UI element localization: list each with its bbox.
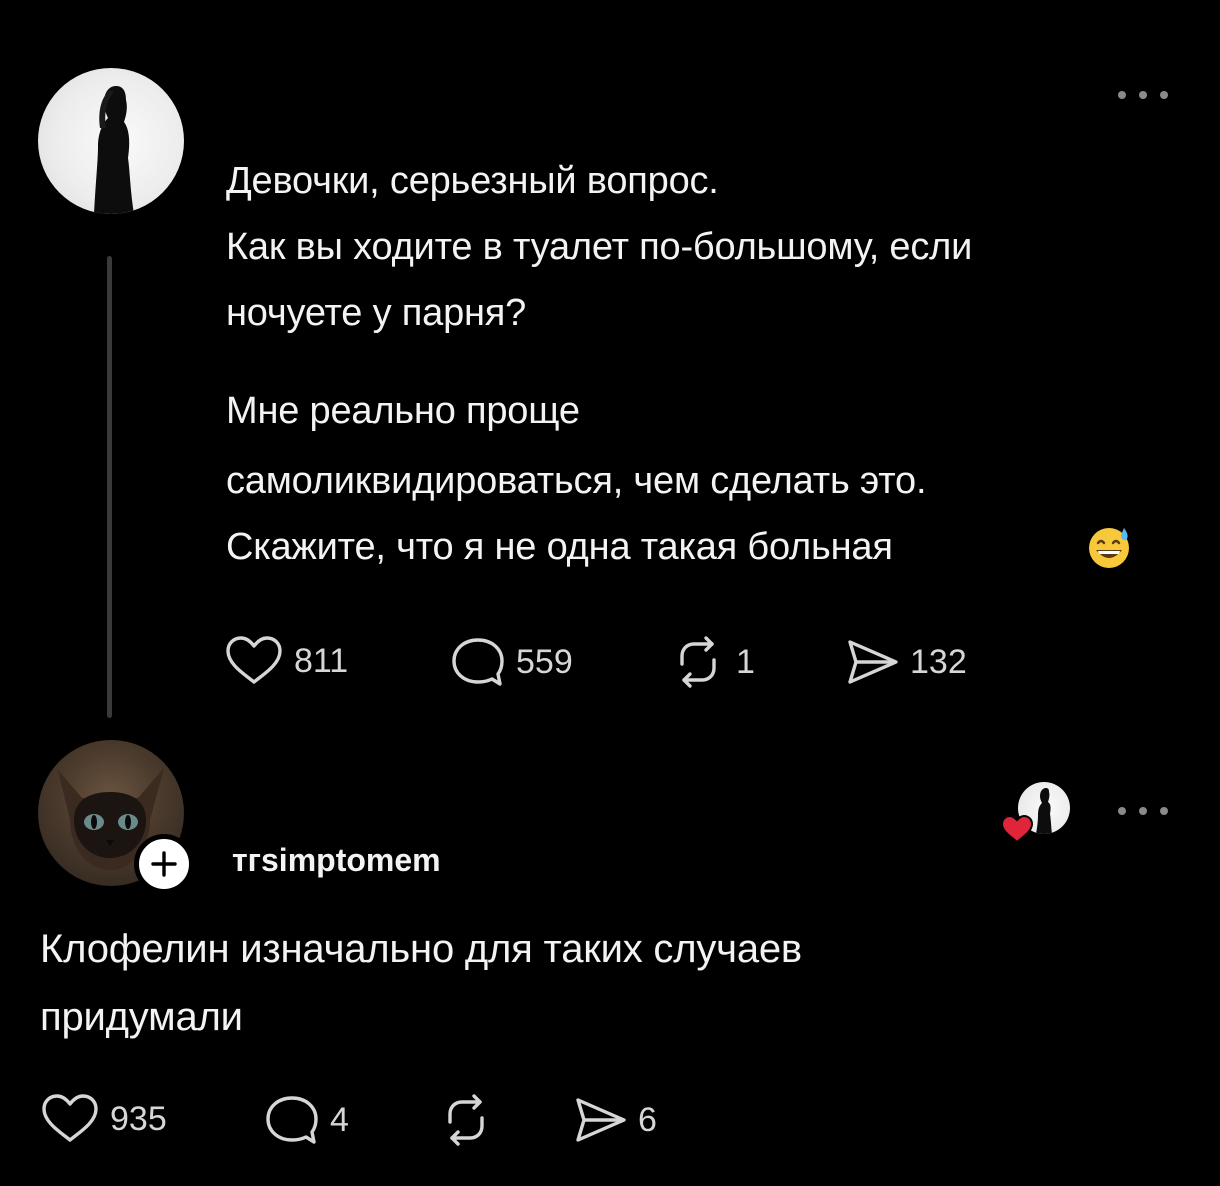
thread-connector-line [107,256,112,718]
share-button[interactable]: 132 [842,634,967,690]
reply-username[interactable]: тгsimptomem [232,842,441,879]
reply-repost-button[interactable] [436,1092,504,1148]
post-text-line: самоликвидироваться, чем сделать это. [226,460,927,502]
like-count: 811 [294,641,349,680]
heart-icon [226,636,282,684]
post-text-line: Скажите, что я не одна такая больная [226,526,893,568]
more-dot-icon [1118,91,1126,99]
post-more-button[interactable] [1118,84,1168,106]
more-dot-icon [1160,91,1168,99]
post-text-line: Девочки, серьезный вопрос. [226,160,719,202]
reply-share-button[interactable]: 6 [570,1092,657,1148]
follow-button[interactable] [134,834,194,894]
heart-icon [42,1094,98,1142]
more-dot-icon [1139,807,1147,815]
like-button[interactable]: 811 [222,634,348,688]
author-liked-heart-icon [1000,814,1034,844]
author-avatar[interactable] [38,68,184,214]
reply-like-count: 935 [110,1099,167,1138]
reply-like-button[interactable]: 935 [38,1092,167,1146]
plus-icon [151,851,177,877]
repost-icon [448,1094,484,1146]
repost-button[interactable]: 1 [668,634,755,690]
reply-comment-count: 4 [330,1100,349,1139]
share-count: 132 [910,642,967,681]
grinning-face-with-sweat-icon [1089,528,1129,568]
reply-text-line: Клофелин изначально для таких случаев [40,927,802,971]
send-arrow-icon [848,640,898,684]
more-dot-icon [1139,91,1147,99]
reply-more-button[interactable] [1118,800,1168,822]
repost-icon [680,636,716,688]
reply-comment-button[interactable]: 4 [262,1092,349,1148]
comment-bubble-icon [266,1096,318,1144]
more-dot-icon [1160,807,1168,815]
repost-count: 1 [736,642,755,681]
send-arrow-icon [576,1098,626,1142]
post-text-line: Мне реально проще [226,390,580,432]
more-dot-icon [1118,807,1126,815]
comment-count: 559 [516,642,573,681]
reply-share-count: 6 [638,1100,657,1139]
post-text-line: Как вы ходите в туалет по-большому, если [226,226,973,268]
woman-silhouette-image [94,86,134,214]
comment-button[interactable]: 559 [448,634,573,690]
post-text-line: ночуете у парня? [226,292,527,334]
comment-bubble-icon [452,638,504,686]
reply-text-line: придумали [40,995,243,1039]
